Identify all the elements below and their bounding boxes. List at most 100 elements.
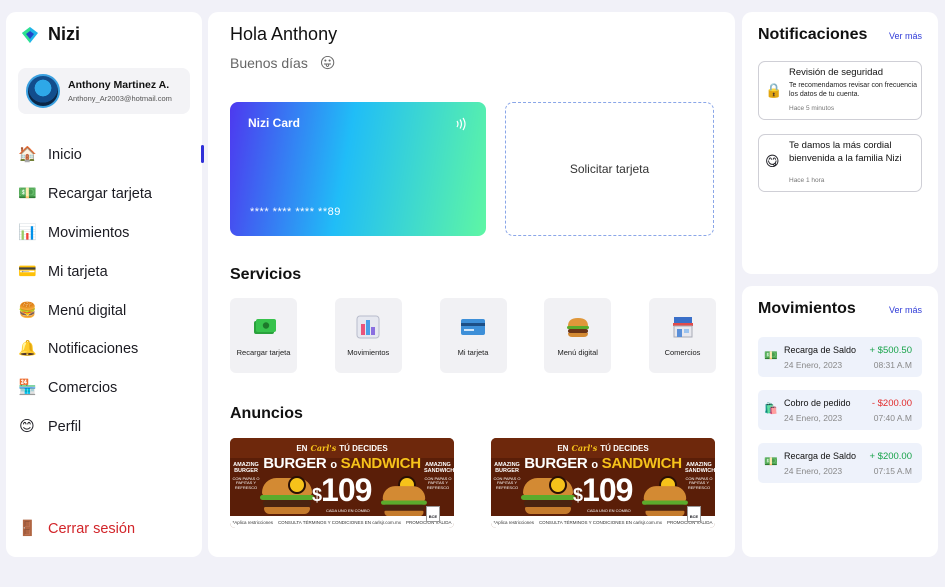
sidebar-item-recargar-tarjeta[interactable]: 💵 Recargar tarjeta (18, 175, 202, 214)
ad-footer: *Aplica restricciones CONSULTA TÉRMINOS … (491, 516, 715, 528)
sidebar-nav: 🏠 Inicio 💵 Recargar tarjeta 📊 Movimiento… (18, 136, 204, 447)
service-comercios[interactable]: Comercios (649, 298, 716, 373)
movement-item[interactable]: 🛍️ Cobro de pedido 24 Enero, 2023 - $200… (758, 390, 922, 430)
ads-row: EN Carl's TÚ DECIDES BURGER o SANDWICH A… (230, 438, 715, 528)
credit-card-icon: 💳 (18, 262, 37, 280)
movement-item[interactable]: 💵 Recarga de Saldo 24 Enero, 2023 + $200… (758, 443, 922, 483)
sidebar: Nizi Anthony Martinez A. Anthony_Ar2003@… (6, 12, 204, 557)
service-label: Comercios (664, 348, 701, 357)
ad-top-suffix: TÚ DECIDES (600, 443, 649, 453)
app-name: Nizi (48, 24, 81, 44)
ad-tag: BCE (687, 506, 701, 522)
movement-item[interactable]: 💵 Recarga de Saldo 24 Enero, 2023 + $500… (758, 337, 922, 377)
ad-tag: BCE (426, 506, 440, 522)
movement-title: Recarga de Saldo (784, 451, 857, 461)
movement-amount: - $200.00 (871, 398, 912, 409)
ad-price-value: 109 (582, 472, 633, 508)
service-label: Menú digital (557, 348, 598, 357)
sidebar-item-label: Notificaciones (48, 341, 139, 358)
ad-left-text: AMAZING BURGER CON PAPAS O PAPITAS Y REF… (493, 462, 521, 490)
ad-price-sub: CADA UNO EN COMBO (587, 508, 631, 513)
sidebar-item-label: Recargar tarjeta (48, 186, 152, 203)
movements-title: Movimientos (758, 300, 856, 317)
ad-price: $109 (312, 472, 372, 509)
movement-amount: + $500.50 (869, 345, 912, 356)
user-card[interactable]: Anthony Martinez A. Anthony_Ar2003@hotma… (18, 68, 190, 114)
ad-price-currency: $ (312, 485, 322, 505)
card-number: **** **** **** **89 (250, 206, 341, 218)
logout-button[interactable]: 🚪 Cerrar sesión (18, 520, 135, 538)
notification-title: Te damos la más cordial bienvenida a la … (789, 140, 902, 164)
ad-footer: *Aplica restricciones CONSULTA TÉRMINOS … (230, 516, 454, 528)
burger-icon (566, 318, 589, 337)
services-title: Servicios (230, 266, 302, 283)
user-email: Anthony_Ar2003@hotmail.com (68, 94, 172, 103)
movement-time: 08:31 A.M (873, 360, 912, 370)
sidebar-item-inicio[interactable]: 🏠 Inicio (18, 136, 204, 175)
nizi-logo-icon (22, 26, 38, 43)
ad-banner[interactable]: EN Carl's TÚ DECIDES BURGER o SANDWICH A… (491, 438, 715, 528)
money-icon: 💵 (18, 185, 37, 203)
sidebar-item-label: Perfil (48, 418, 82, 435)
ad-right-text: AMAZING SANDWICH CON PAPAS O PAPITAS Y R… (424, 462, 454, 490)
request-card-label: Solicitar tarjeta (569, 162, 650, 176)
notification-description: Te recomendamos revisar con frecuencia l… (789, 82, 918, 99)
ad-right-small: CON PAPAS O PAPITAS Y REFRESCO (685, 475, 713, 490)
notification-item[interactable]: 😋 Te damos la más cordial bienvenida a l… (758, 134, 922, 192)
service-menu-digital[interactable]: Menú digital (544, 298, 612, 373)
sidebar-item-movimientos[interactable]: 📊 Movimientos (18, 214, 202, 253)
greeting: Hola Anthony (230, 24, 338, 44)
movement-date: 24 Enero, 2023 (784, 466, 843, 476)
credit-card-icon (461, 319, 485, 335)
smiley-icon: 😊 (19, 417, 35, 435)
movement-amount: + $200.00 (869, 451, 912, 462)
notifications-more-link[interactable]: Ver más (889, 31, 922, 41)
ad-headline-b: SANDWICH (340, 455, 421, 472)
ad-headline-a: BURGER (263, 455, 327, 472)
notifications-title: Notificaciones (758, 26, 868, 43)
subgreeting-text: Buenos días (230, 55, 308, 71)
ad-top-prefix: EN (296, 443, 308, 453)
nizi-card[interactable]: Nizi Card **** **** **** **89 (230, 102, 486, 236)
bar-chart-icon (356, 315, 380, 339)
ad-brand: Carl's (571, 443, 598, 453)
movement-date: 24 Enero, 2023 (784, 413, 843, 423)
ads-title: Anuncios (230, 405, 303, 422)
logo[interactable]: Nizi (20, 24, 80, 45)
sandwich-illustration (381, 486, 427, 517)
request-card-button[interactable]: Solicitar tarjeta (505, 102, 714, 236)
door-icon: 🚪 (18, 520, 37, 537)
sidebar-item-menu-digital[interactable]: 🍔 Menú digital (18, 291, 202, 330)
notifications-panel: Notificaciones Ver más 🔒 Revisión de seg… (742, 12, 938, 274)
ad-left-small: CON PAPAS O PAPITAS Y REFRESCO (232, 475, 260, 490)
store-icon: 🏪 (18, 379, 37, 397)
sidebar-item-perfil[interactable]: 😊 Perfil (18, 408, 202, 447)
ad-banner[interactable]: EN Carl's TÚ DECIDES BURGER o SANDWICH A… (230, 438, 454, 528)
service-movimientos[interactable]: Movimientos (334, 298, 402, 373)
ad-headline: BURGER o SANDWICH (230, 455, 454, 472)
sidebar-item-notificaciones[interactable]: 🔔 Notificaciones (18, 330, 202, 369)
ad-headline-b: SANDWICH (601, 455, 682, 472)
shopping-bags-icon: 🛍️ (764, 403, 778, 415)
sandwich-illustration (642, 486, 688, 517)
notification-time: Hace 1 hora (789, 177, 825, 184)
notification-item[interactable]: 🔒 Revisión de seguridad Te recomendamos … (758, 61, 922, 120)
sidebar-item-mi-tarjeta[interactable]: 💳 Mi tarjeta (18, 252, 202, 291)
bull-badge-icon (549, 476, 567, 494)
tongue-face-icon: 😛 (319, 55, 336, 72)
movements-more-link[interactable]: Ver más (889, 305, 922, 315)
ad-brand: Carl's (310, 443, 337, 453)
ad-right-small: CON PAPAS O PAPITAS Y REFRESCO (424, 475, 452, 490)
movement-title: Cobro de pedido (784, 398, 851, 408)
service-mi-tarjeta[interactable]: Mi tarjeta (439, 298, 507, 373)
ad-right-title: AMAZING SANDWICH (685, 462, 715, 475)
service-label: Movimientos (347, 348, 390, 357)
service-recargar-tarjeta[interactable]: Recargar tarjeta (230, 298, 297, 373)
ad-footer-center: CONSULTA TÉRMINOS Y CONDICIONES EN carls… (538, 519, 663, 525)
money-icon: 💵 (764, 350, 778, 362)
money-icon: 💵 (764, 456, 778, 468)
bell-icon: 🔔 (18, 340, 37, 358)
smiley-icon: 😋 (765, 153, 780, 169)
money-icon (253, 319, 276, 334)
sidebar-item-comercios[interactable]: 🏪 Comercios (18, 369, 202, 408)
